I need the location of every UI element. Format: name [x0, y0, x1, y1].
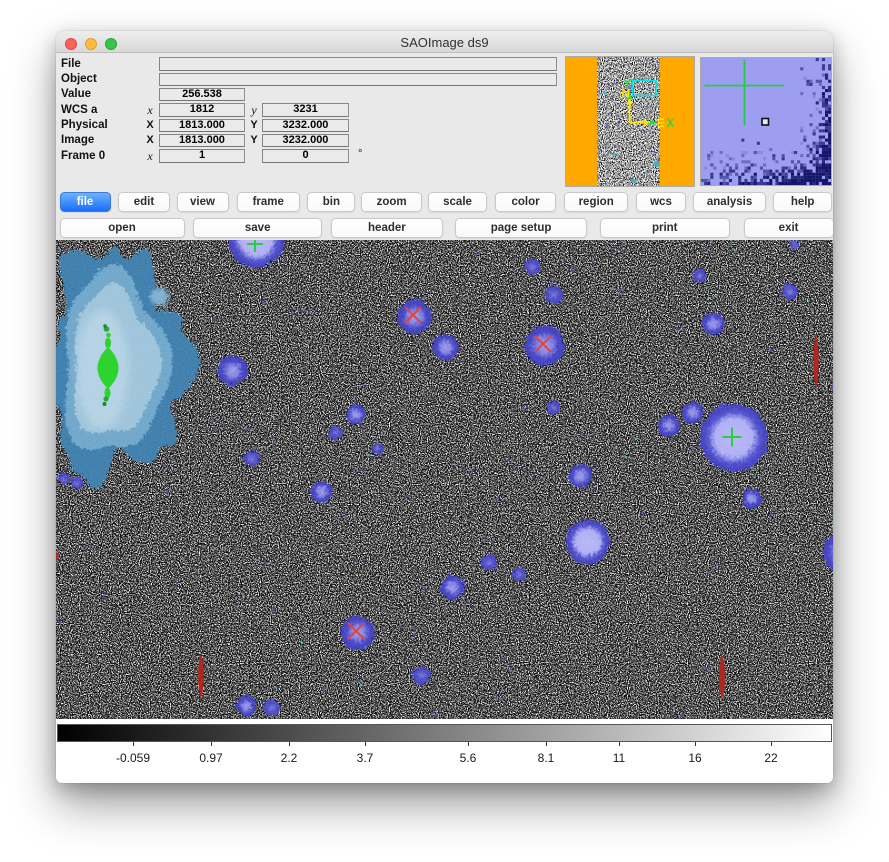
- svg-text:E: E: [657, 118, 665, 130]
- svg-text:N: N: [622, 89, 630, 101]
- svg-text:X: X: [667, 118, 675, 130]
